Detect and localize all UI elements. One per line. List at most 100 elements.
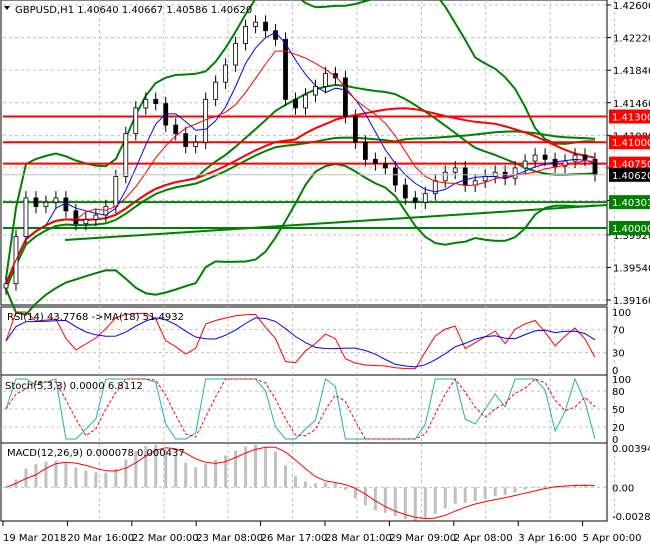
candle-body (512, 167, 518, 179)
candle-body (392, 167, 398, 186)
macd-histogram-bar (413, 487, 417, 521)
candle-body (362, 141, 368, 160)
current-price-label: 1.40620 (612, 171, 650, 182)
macd-histogram-bar (333, 482, 337, 488)
candle-body (412, 197, 418, 203)
candle-body (532, 154, 538, 162)
stoch-label: Stoch(5,3,3) 0.0000 6.8112 (5, 381, 143, 392)
macd-axis-label: 0.003943 (612, 444, 650, 455)
price-level-label: 1.41000 (612, 138, 650, 149)
macd-histogram-bar (473, 487, 477, 502)
macd-histogram-bar (204, 463, 208, 488)
x-axis-label: 26 Mar 17:00 (261, 533, 328, 544)
macd-axis-label: 0.00 (612, 483, 634, 494)
x-axis-label: 28 Mar 01:00 (325, 533, 392, 544)
rsi-axis-label: 70 (612, 325, 625, 336)
macd-histogram-bar (343, 487, 347, 490)
macd-histogram-bar (453, 487, 457, 504)
macd-histogram-bar (194, 467, 198, 488)
ma-slow-green (5, 130, 596, 290)
macd-histogram-bar (303, 481, 307, 488)
macd-histogram-bar (124, 459, 128, 488)
candle-body (283, 38, 288, 100)
macd-label: MACD(12,26,9) 0.000078 0.000437 (7, 448, 185, 459)
candle-body (313, 86, 318, 96)
candle-body (382, 163, 388, 169)
stoch-axis-label: 20 (612, 423, 625, 434)
macd-histogram-bar (234, 450, 238, 488)
candle-body (353, 116, 358, 143)
bollinger-lower (5, 162, 596, 316)
candle-body (193, 141, 199, 147)
candle-body (113, 176, 119, 207)
candle-body (23, 197, 29, 237)
symbol-header: GBPUSD,H1 1.40640 1.40667 1.40586 1.4062… (15, 5, 252, 16)
macd-histogram-bar (44, 461, 48, 488)
candle-body (73, 210, 79, 225)
macd-histogram-bar (264, 446, 268, 488)
candle-body (303, 94, 308, 109)
candle-body (462, 167, 468, 186)
stoch-axis-label: 50 (612, 405, 625, 416)
candle-body (263, 21, 268, 32)
candle-body (153, 98, 159, 105)
x-axis-label: 5 Apr 00:00 (583, 533, 642, 544)
macd-histogram-bar (94, 472, 98, 488)
candle-body (93, 214, 99, 220)
macd-histogram-bar (383, 487, 387, 513)
macd-histogram-bar (503, 487, 507, 496)
macd-histogram-bar (423, 487, 427, 519)
x-axis-label: 19 Mar 2018 (3, 533, 66, 544)
candle-body (213, 81, 219, 100)
candle-body (253, 21, 258, 27)
candle-body (542, 154, 548, 160)
x-axis-label: 3 Apr 16:00 (518, 533, 577, 544)
candle-body (293, 98, 298, 109)
candle-body (323, 73, 328, 87)
chart-svg[interactable]: 1007030010080502000.0039430.00-0.002875 … (0, 0, 650, 550)
macd-histogram-bar (64, 462, 68, 488)
macd-histogram-bar (513, 487, 517, 493)
macd-histogram-bar (84, 470, 88, 488)
macd-histogram-bar (523, 487, 527, 490)
price-level-label: 1.40000 (612, 224, 650, 235)
x-axis-label: 22 Mar 00:00 (132, 533, 199, 544)
candle-body (572, 154, 578, 162)
macd-histogram-bar (533, 486, 537, 488)
macd-histogram-bar (483, 487, 487, 499)
rsi-axis-label: 30 (612, 349, 625, 360)
candle-body (372, 158, 378, 165)
trading-chart[interactable]: 1007030010080502000.0039430.00-0.002875 … (0, 0, 650, 550)
macd-histogram-bar (313, 483, 317, 488)
macd-histogram-bar (323, 482, 327, 488)
bollinger-upper (5, 0, 595, 279)
macd-histogram-bar (543, 485, 547, 488)
macd-histogram-bar (433, 487, 437, 514)
candle-body (243, 26, 248, 44)
candle-body (123, 133, 129, 177)
macd-histogram-bar (224, 455, 228, 488)
price-axis-label: 1.42220 (613, 34, 650, 45)
macd-histogram-bar (294, 476, 298, 488)
candle-body (183, 133, 189, 147)
macd-histogram-bar (493, 487, 497, 497)
panel-frame (0, 0, 608, 306)
macd-histogram-bar (184, 462, 188, 488)
macd-histogram-bar (254, 444, 258, 488)
macd-histogram-bar (463, 487, 467, 503)
candle-body (63, 197, 69, 212)
price-axis-label: 1.41460 (613, 99, 650, 110)
candle-body (173, 124, 179, 135)
collapse-triangle-icon[interactable] (4, 6, 10, 10)
macd-histogram-bar (74, 467, 78, 488)
candle-body (343, 77, 348, 117)
candle-body (3, 283, 9, 289)
macd-histogram-bar (274, 451, 278, 488)
candle-body (402, 184, 408, 199)
macd-histogram-bar (443, 487, 447, 509)
x-axis-label: 29 Mar 09:00 (389, 533, 456, 544)
x-axis-label: 20 Mar 16:00 (67, 533, 134, 544)
candle-body (582, 154, 588, 160)
macd-histogram-bar (284, 465, 288, 488)
macd-histogram-bar (104, 472, 108, 488)
